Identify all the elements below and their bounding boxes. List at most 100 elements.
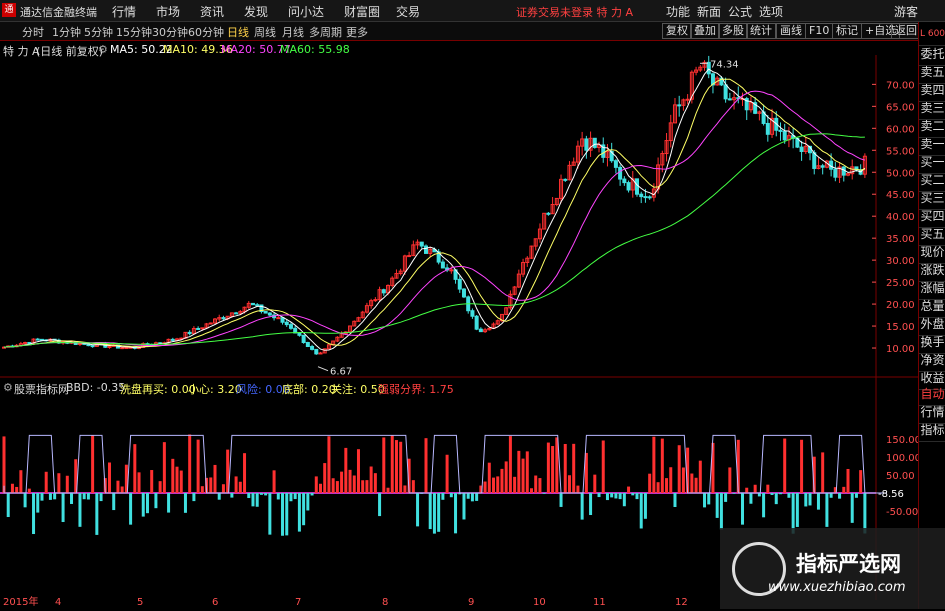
guest-label[interactable]: 游客: [894, 3, 918, 20]
bbd-bar: [65, 475, 69, 493]
candle-body: [613, 160, 618, 168]
candle-body: [288, 324, 293, 329]
bbd-bar: [601, 440, 605, 493]
bbd-bar: [297, 493, 301, 532]
bbd-bar: [445, 454, 449, 493]
overlay-button[interactable]: 叠加: [690, 23, 720, 39]
candle-body: [622, 178, 627, 184]
candle-body: [419, 241, 424, 247]
bbd-bar: [129, 493, 133, 525]
draw-line-button[interactable]: 画线: [776, 23, 806, 39]
bbd-bar: [492, 477, 496, 493]
adjust-button[interactable]: 复权: [662, 23, 692, 39]
multi-stock-button[interactable]: 多股: [718, 23, 748, 39]
candle-body: [39, 338, 44, 341]
watermark-url: www.xuezhibiao.com: [768, 580, 906, 595]
menu-market[interactable]: 市场: [156, 3, 180, 20]
app-logo-icon: 通: [2, 3, 16, 17]
candle-body: [284, 321, 289, 326]
period-daily[interactable]: 日线: [225, 24, 251, 40]
high-marker: 74.34: [710, 59, 739, 70]
bbd-bar: [306, 493, 310, 511]
bbd-bar: [251, 493, 255, 507]
indicator-axis-label: 150.00: [886, 435, 918, 446]
bbd-bar: [631, 493, 635, 496]
candle-body: [778, 129, 783, 132]
bbd-bar: [230, 493, 234, 498]
right-panel: L 600 委托 卖五 卖四 卖三 卖二 卖一 买一 买二 买三 买四 买五 现…: [918, 22, 945, 609]
chart-area[interactable]: 70.00 65.00 60.00 55.00 50.00 45.00 40.00 35.00…: [0, 40, 921, 608]
candle-body: [107, 345, 112, 348]
bbd-bar: [694, 477, 698, 493]
careful-value: 小心: 3.20: [188, 383, 242, 396]
menu-discover[interactable]: 发现: [244, 3, 268, 20]
login-notice: 证券交易未登录 特 力 A: [516, 6, 634, 19]
candle-body: [407, 255, 412, 258]
bbd-bar: [238, 481, 242, 493]
bbd-bar: [293, 493, 297, 500]
bbd-bar: [264, 493, 268, 496]
candle-body: [677, 104, 682, 107]
bbd-bar: [112, 493, 116, 511]
period-5min[interactable]: 5分钟: [82, 24, 115, 40]
bbd-bar: [61, 493, 65, 523]
candle-body: [234, 312, 239, 315]
price-axis-label: 40.00: [886, 212, 915, 223]
period-30min[interactable]: 30分钟: [150, 24, 190, 40]
menu-quotes[interactable]: 行情: [112, 3, 136, 20]
period-multi[interactable]: 多周期: [307, 24, 344, 40]
price-axis-label: 20.00: [886, 300, 915, 311]
statistics-button[interactable]: 统计: [746, 23, 776, 39]
candle-body: [310, 346, 315, 350]
kline-chart[interactable]: 70.00 65.00 60.00 55.00 50.00 45.00 40.00 35.00…: [0, 40, 921, 608]
candle-body: [280, 317, 285, 323]
menu-ask[interactable]: 问小达: [288, 3, 324, 20]
period-60min[interactable]: 60分钟: [186, 24, 226, 40]
period-more[interactable]: 更多: [344, 24, 370, 40]
bbd-bar: [787, 493, 791, 498]
candle-body: [647, 196, 652, 199]
candle-body: [424, 245, 428, 254]
bbd-bar: [200, 486, 204, 493]
menu-trade[interactable]: 交易: [396, 3, 420, 20]
menu-options[interactable]: 选项: [759, 3, 783, 20]
menu-function[interactable]: 功能: [666, 3, 690, 20]
period-monthly[interactable]: 月线: [280, 24, 306, 40]
menu-wealth[interactable]: 财富圈: [344, 3, 380, 20]
mark-button[interactable]: 标记: [832, 23, 862, 39]
candle-body: [685, 98, 690, 101]
panel-tab-indicator[interactable]: 指标: [919, 420, 945, 442]
period-weekly[interactable]: 周线: [252, 24, 278, 40]
period-15min[interactable]: 15分钟: [114, 24, 154, 40]
menu-new-page[interactable]: 新面: [697, 3, 721, 20]
candle-body: [301, 334, 306, 344]
bbd-bar: [656, 482, 660, 493]
bbd-bar: [610, 493, 614, 498]
bbd-bar: [854, 493, 858, 498]
bbd-bar: [53, 493, 57, 500]
ma10-line: [3, 78, 866, 348]
back-button[interactable]: 返回: [891, 23, 921, 39]
bbd-bar: [783, 438, 787, 493]
bbd-bar: [724, 493, 728, 502]
bbd-bar: [302, 493, 306, 526]
bbd-bar: [36, 493, 40, 513]
bbd-bar: [508, 436, 512, 493]
bbd-bar: [319, 483, 322, 493]
menu-news[interactable]: 资讯: [200, 3, 224, 20]
bbd-bar: [470, 493, 474, 502]
settings-icon[interactable]: ⚙: [98, 43, 108, 56]
bbd-bar: [719, 493, 723, 530]
candle-body: [440, 261, 445, 269]
bbd-bar: [635, 493, 639, 500]
price-axis-label: 45.00: [886, 190, 915, 201]
bbd-bar: [859, 470, 863, 493]
candle-body: [35, 338, 40, 341]
menu-formula[interactable]: 公式: [728, 3, 752, 20]
bbd-bar: [6, 493, 10, 518]
period-tick[interactable]: 分时: [20, 24, 46, 40]
f10-button[interactable]: F10: [805, 23, 834, 39]
period-1min[interactable]: 1分钟: [50, 24, 83, 40]
bbd-bar: [669, 467, 673, 493]
settings-icon[interactable]: ⚙: [3, 381, 13, 394]
